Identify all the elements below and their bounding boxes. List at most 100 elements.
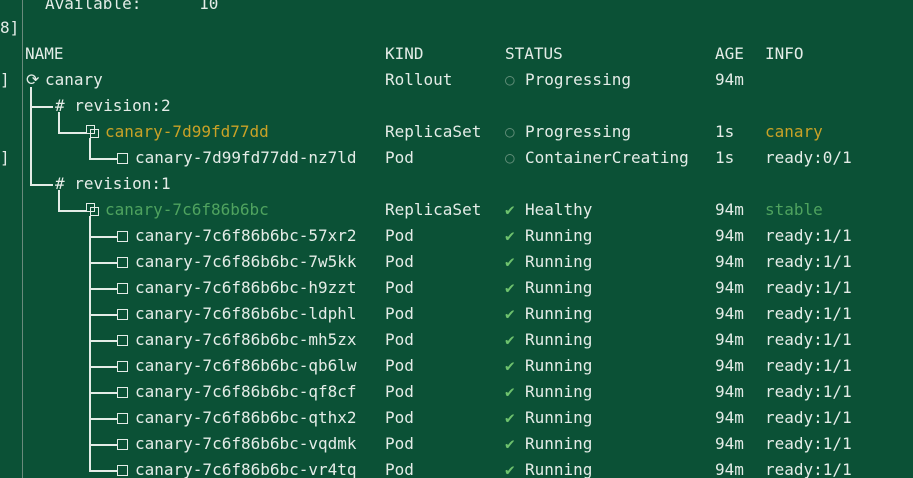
status-text: Running <box>525 382 593 401</box>
tree-connector <box>89 392 117 394</box>
check-icon: ✔ <box>505 304 515 323</box>
pod-name: canary-7c6f86b6bc-7w5kk <box>135 252 357 271</box>
gutter-mark: 8] <box>0 18 20 37</box>
status-cell: ✔ Running <box>505 379 592 405</box>
age-cell: 94m <box>715 278 744 297</box>
status-cell: ✔ Running <box>505 301 592 327</box>
terminal-window[interactable]: 8] ] ] Available: 10 NAME KIND STATUS AG… <box>0 0 913 478</box>
pod-icon <box>117 283 128 294</box>
pod-row[interactable]: canary-7c6f86b6bc-h9zzt Pod ✔ Running 94m rea… <box>0 275 913 301</box>
info-cell: canary <box>765 122 823 141</box>
pod-row[interactable]: canary-7c6f86b6bc-7w5kk Pod ✔ Running 94m rea… <box>0 249 913 275</box>
tree-connector <box>89 158 117 160</box>
rollout-row[interactable]: ⟳ canary Rollout ○ Progressing 94m <box>0 67 913 93</box>
info-cell: ready:1/1 <box>765 330 852 349</box>
check-icon: ✔ <box>505 252 515 271</box>
status-text: Progressing <box>525 70 631 89</box>
age-cell: 94m <box>715 70 744 89</box>
header-age: AGE <box>715 44 744 63</box>
revision-label: # revision:1 <box>55 174 171 193</box>
circle-icon: ○ <box>505 148 515 167</box>
pod-name: canary-7c6f86b6bc-57xr2 <box>135 226 357 245</box>
tree-connector <box>89 236 117 238</box>
pod-icon <box>117 309 128 320</box>
age-cell: 94m <box>715 252 744 271</box>
pod-row[interactable]: canary-7c6f86b6bc-qthx2 Pod ✔ Running 94m rea… <box>0 405 913 431</box>
pod-name: canary-7c6f86b6bc-mh5zx <box>135 330 357 349</box>
status-text: Running <box>525 226 593 245</box>
pod-icon <box>117 439 128 450</box>
summary-line: Available: 10 <box>45 0 218 17</box>
status-cell: ✔ Running <box>505 223 592 249</box>
replicaset-icon <box>86 125 100 139</box>
info-cell: ready:0/1 <box>765 148 852 167</box>
circle-icon: ○ <box>505 70 515 89</box>
pod-icon <box>117 361 128 372</box>
check-icon: ✔ <box>505 356 515 375</box>
replicaset-row[interactable]: canary-7d99fd77dd ReplicaSet ○ Progressing 1… <box>0 119 913 145</box>
pod-icon <box>117 231 128 242</box>
pod-row[interactable]: canary-7c6f86b6bc-vr4tq Pod ✔ Running 94m rea… <box>0 457 913 478</box>
kind-cell: Pod <box>385 304 414 323</box>
pod-row[interactable]: canary-7c6f86b6bc-qb6lw Pod ✔ Running 94m rea… <box>0 353 913 379</box>
info-cell: ready:1/1 <box>765 382 852 401</box>
check-icon: ✔ <box>505 330 515 349</box>
kind-cell: Pod <box>385 148 414 167</box>
pod-row[interactable]: canary-7d99fd77dd-nz7ld Pod ○ ContainerCrea… <box>0 145 913 171</box>
status-text: Healthy <box>525 200 593 219</box>
status-text: Running <box>525 330 593 349</box>
tree-connector <box>89 470 117 472</box>
kind-cell: Pod <box>385 252 414 271</box>
header-name: NAME <box>25 44 64 63</box>
tree-connector <box>30 184 53 186</box>
header-kind: KIND <box>385 44 424 63</box>
info-cell: ready:1/1 <box>765 226 852 245</box>
pod-row[interactable]: canary-7c6f86b6bc-mh5zx Pod ✔ Running 94m rea… <box>0 327 913 353</box>
status-text: Running <box>525 434 593 453</box>
circle-icon: ○ <box>505 122 515 141</box>
pod-name: canary-7d99fd77dd-nz7ld <box>135 148 357 167</box>
status-text: Running <box>525 460 593 478</box>
info-cell: ready:1/1 <box>765 434 852 453</box>
status-cell: ✔ Running <box>505 353 592 379</box>
info-cell: ready:1/1 <box>765 460 852 478</box>
revision-row: # revision:1 <box>0 171 913 197</box>
tree-connector <box>89 288 117 290</box>
age-cell: 1s <box>715 148 735 167</box>
pod-name: canary-7c6f86b6bc-qb6lw <box>135 356 357 375</box>
pod-name: canary-7c6f86b6bc-ldphl <box>135 304 357 323</box>
status-cell: ✔ Running <box>505 405 592 431</box>
info-cell: ready:1/1 <box>765 304 852 323</box>
tree-connector <box>58 132 86 134</box>
replicaset-row[interactable]: canary-7c6f86b6bc ReplicaSet ✔ Healthy 94m st… <box>0 197 913 223</box>
info-cell: stable <box>765 200 823 219</box>
tree-connector <box>58 190 60 211</box>
check-icon: ✔ <box>505 434 515 453</box>
age-cell: 94m <box>715 330 744 349</box>
tree-connector <box>89 366 117 368</box>
kind-cell: Pod <box>385 382 414 401</box>
status-cell: ✔ Running <box>505 249 592 275</box>
status-cell: ○ Progressing <box>505 67 631 93</box>
pod-row[interactable]: canary-7c6f86b6bc-57xr2 Pod ✔ Running 94m rea… <box>0 223 913 249</box>
status-cell: ✔ Running <box>505 275 592 301</box>
kind-cell: Pod <box>385 226 414 245</box>
tree-connector <box>58 112 60 133</box>
info-cell: ready:1/1 <box>765 356 852 375</box>
header-info: INFO <box>765 44 804 63</box>
pod-name: canary-7c6f86b6bc-h9zzt <box>135 278 357 297</box>
tree-connector <box>89 216 91 471</box>
rollout-icon: ⟳ <box>26 70 40 89</box>
status-text: Running <box>525 408 593 427</box>
status-cell: ✔ Healthy <box>505 197 592 223</box>
check-icon: ✔ <box>505 278 515 297</box>
age-cell: 94m <box>715 408 744 427</box>
kind-cell: ReplicaSet <box>385 200 482 219</box>
pod-name: canary-7c6f86b6bc-vqdmk <box>135 434 357 453</box>
pod-row[interactable]: canary-7c6f86b6bc-ldphl Pod ✔ Running 94m rea… <box>0 301 913 327</box>
check-icon: ✔ <box>505 382 515 401</box>
kind-cell: Rollout <box>385 70 453 89</box>
pod-row[interactable]: canary-7c6f86b6bc-qf8cf Pod ✔ Running 94m rea… <box>0 379 913 405</box>
pod-row[interactable]: canary-7c6f86b6bc-vqdmk Pod ✔ Running 94m rea… <box>0 431 913 457</box>
tree-connector <box>89 138 91 159</box>
